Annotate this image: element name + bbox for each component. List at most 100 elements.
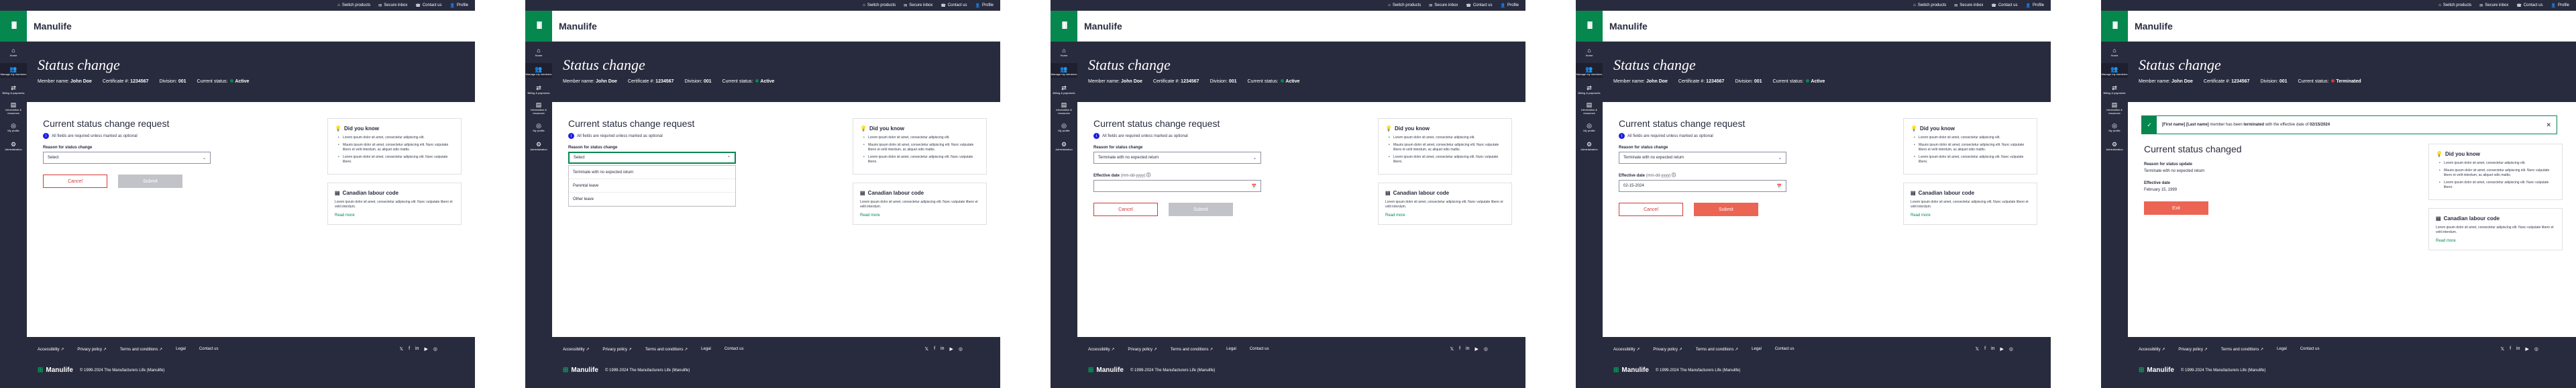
utility-link-switch-products[interactable]: ⌂ Switch products [1913, 3, 1946, 7]
footer-link[interactable]: Privacy policy ↗ [1653, 347, 1682, 352]
sidebar-item-billing-payments[interactable]: ⇄ Billing & payments [1576, 82, 1603, 97]
manulife-logo-mark[interactable]: III [1051, 10, 1077, 42]
utility-link-profile[interactable]: 👤 Profile [975, 3, 994, 8]
utility-link-profile[interactable]: 👤 Profile [450, 3, 469, 8]
sidebar-item-home[interactable]: ⌂ Home [1576, 44, 1603, 59]
manulife-logo-mark[interactable]: III [2101, 10, 2128, 42]
sidebar-item-manage-my-members[interactable]: 👥 Manage my members [525, 63, 552, 78]
utility-link-secure-inbox[interactable]: ✉ Secure inbox [1429, 3, 1458, 8]
footer-link[interactable]: Legal [1226, 347, 1236, 351]
sidebar-item-home[interactable]: ⌂ Home [525, 44, 552, 59]
utility-link-switch-products[interactable]: ⌂ Switch products [1388, 3, 1421, 7]
x-icon[interactable]: 𝕏 [924, 346, 928, 352]
footer-link[interactable]: Accessibility ↗ [563, 347, 589, 352]
youtube-icon[interactable]: ▶ [950, 346, 953, 352]
footer-link[interactable]: Terms and conditions ↗ [1171, 347, 1213, 352]
footer-link[interactable]: Privacy policy ↗ [77, 347, 106, 352]
footer-link[interactable]: Accessibility ↗ [2139, 347, 2165, 352]
instagram-icon[interactable]: ◎ [433, 346, 437, 352]
sidebar-item-manage-my-members[interactable]: 👥 Manage my members [1051, 63, 1077, 78]
youtube-icon[interactable]: ▶ [2000, 346, 2004, 352]
cancel-button[interactable]: Cancel [1093, 203, 1158, 216]
footer-link[interactable]: Privacy policy ↗ [2178, 347, 2207, 352]
utility-link-secure-inbox[interactable]: ✉ Secure inbox [1954, 3, 1983, 8]
facebook-icon[interactable]: f [2510, 346, 2511, 352]
exit-button[interactable]: Exit [2144, 201, 2208, 215]
footer-link[interactable]: Terms and conditions ↗ [1696, 347, 1738, 352]
brand-name[interactable]: Manulife [1609, 21, 1648, 32]
footer-logo[interactable]: ⊞ Manulife [1088, 367, 1124, 374]
sidebar-item-home[interactable]: ⌂ Home [0, 44, 27, 59]
utility-link-secure-inbox[interactable]: ✉ Secure inbox [904, 3, 932, 8]
x-icon[interactable]: 𝕏 [399, 346, 403, 352]
sidebar-item-billing-payments[interactable]: ⇄ Billing & payments [525, 82, 552, 97]
youtube-icon[interactable]: ▶ [2526, 346, 2529, 352]
utility-link-switch-products[interactable]: ⌂ Switch products [863, 3, 896, 7]
sidebar-item-my-profile[interactable]: ◎ My profile [2101, 119, 2128, 134]
manulife-logo-mark[interactable]: III [1576, 10, 1603, 42]
sidebar-item-administration[interactable]: ⚙ Administration [2101, 138, 2128, 153]
reason-option[interactable]: Parental leave [569, 179, 735, 193]
calendar-icon[interactable]: 📅 [1777, 184, 1782, 189]
footer-link[interactable]: Terms and conditions ↗ [645, 347, 688, 352]
sidebar-item-billing-payments[interactable]: ⇄ Billing & payments [2101, 82, 2128, 97]
manulife-logo-mark[interactable]: III [0, 10, 27, 42]
read-more-link[interactable]: Read more [2436, 239, 2555, 243]
read-more-link[interactable]: Read more [335, 213, 454, 217]
footer-link[interactable]: Privacy policy ↗ [1128, 347, 1157, 352]
utility-link-profile[interactable]: 👤 Profile [2551, 3, 2570, 8]
footer-logo[interactable]: ⊞ Manulife [2139, 367, 2174, 374]
linkedin-icon[interactable]: in [1991, 346, 1994, 352]
read-more-link[interactable]: Read more [860, 213, 979, 217]
calendar-icon[interactable]: 📅 [1252, 184, 1256, 189]
footer-link[interactable]: Terms and conditions ↗ [2221, 347, 2263, 352]
youtube-icon[interactable]: ▶ [425, 346, 428, 352]
cancel-button[interactable]: Cancel [1619, 203, 1683, 216]
footer-link[interactable]: Contact us [1775, 347, 1794, 351]
submit-button[interactable]: Submit [1694, 203, 1758, 216]
linkedin-icon[interactable]: in [941, 346, 944, 352]
read-more-link[interactable]: Read more [1385, 213, 1505, 217]
reason-select[interactable]: Terminate with no expected return ⌄ [1619, 152, 1786, 164]
sidebar-item-administration[interactable]: ⚙ Administration [0, 138, 27, 153]
brand-name[interactable]: Manulife [1084, 21, 1122, 32]
footer-logo[interactable]: ⊞ Manulife [1613, 367, 1649, 374]
footer-link[interactable]: Terms and conditions ↗ [120, 347, 162, 352]
submit-button[interactable]: Submit [1169, 203, 1233, 216]
reason-select[interactable]: Select ⌃ [568, 152, 736, 164]
sidebar-item-my-profile[interactable]: ◎ My profile [0, 119, 27, 134]
footer-logo[interactable]: ⊞ Manulife [38, 367, 73, 374]
facebook-icon[interactable]: f [409, 346, 410, 352]
instagram-icon[interactable]: ◎ [2009, 346, 2013, 352]
read-more-link[interactable]: Read more [1911, 213, 2030, 217]
footer-link[interactable]: Accessibility ↗ [1088, 347, 1114, 352]
reason-select[interactable]: Select ⌄ [43, 152, 211, 164]
x-icon[interactable]: 𝕏 [2500, 346, 2504, 352]
sidebar-item-manage-my-members[interactable]: 👥 Manage my members [2101, 63, 2128, 78]
footer-link[interactable]: Accessibility ↗ [38, 347, 64, 352]
facebook-icon[interactable]: f [1984, 346, 1986, 352]
brand-name[interactable]: Manulife [34, 21, 72, 32]
sidebar-item-information-resources[interactable]: ▤ Information & resources [1576, 101, 1603, 115]
close-icon[interactable]: ✕ [2546, 122, 2551, 129]
utility-link-contact-us[interactable]: ☎ Contact us [1991, 3, 2017, 8]
footer-link[interactable]: Contact us [199, 347, 219, 351]
facebook-icon[interactable]: f [934, 346, 935, 352]
x-icon[interactable]: 𝕏 [1975, 346, 1979, 352]
utility-link-contact-us[interactable]: ☎ Contact us [415, 3, 441, 8]
sidebar-item-information-resources[interactable]: ▤ Information & resources [525, 101, 552, 115]
reason-option[interactable]: Terminate with no expected return [569, 166, 735, 179]
utility-link-secure-inbox[interactable]: ✉ Secure inbox [2479, 3, 2508, 8]
footer-link[interactable]: Legal [176, 347, 186, 351]
youtube-icon[interactable]: ▶ [1475, 346, 1479, 352]
footer-link[interactable]: Accessibility ↗ [1613, 347, 1640, 352]
utility-link-contact-us[interactable]: ☎ Contact us [1466, 3, 1492, 8]
cancel-button[interactable]: Cancel [43, 175, 107, 188]
linkedin-icon[interactable]: in [2516, 346, 2520, 352]
utility-link-contact-us[interactable]: ☎ Contact us [941, 3, 967, 8]
sidebar-item-information-resources[interactable]: ▤ Information & resources [1051, 101, 1077, 115]
brand-name[interactable]: Manulife [2135, 21, 2173, 32]
sidebar-item-my-profile[interactable]: ◎ My profile [1051, 119, 1077, 134]
utility-link-switch-products[interactable]: ⌂ Switch products [337, 3, 370, 7]
sidebar-item-administration[interactable]: ⚙ Administration [525, 138, 552, 153]
